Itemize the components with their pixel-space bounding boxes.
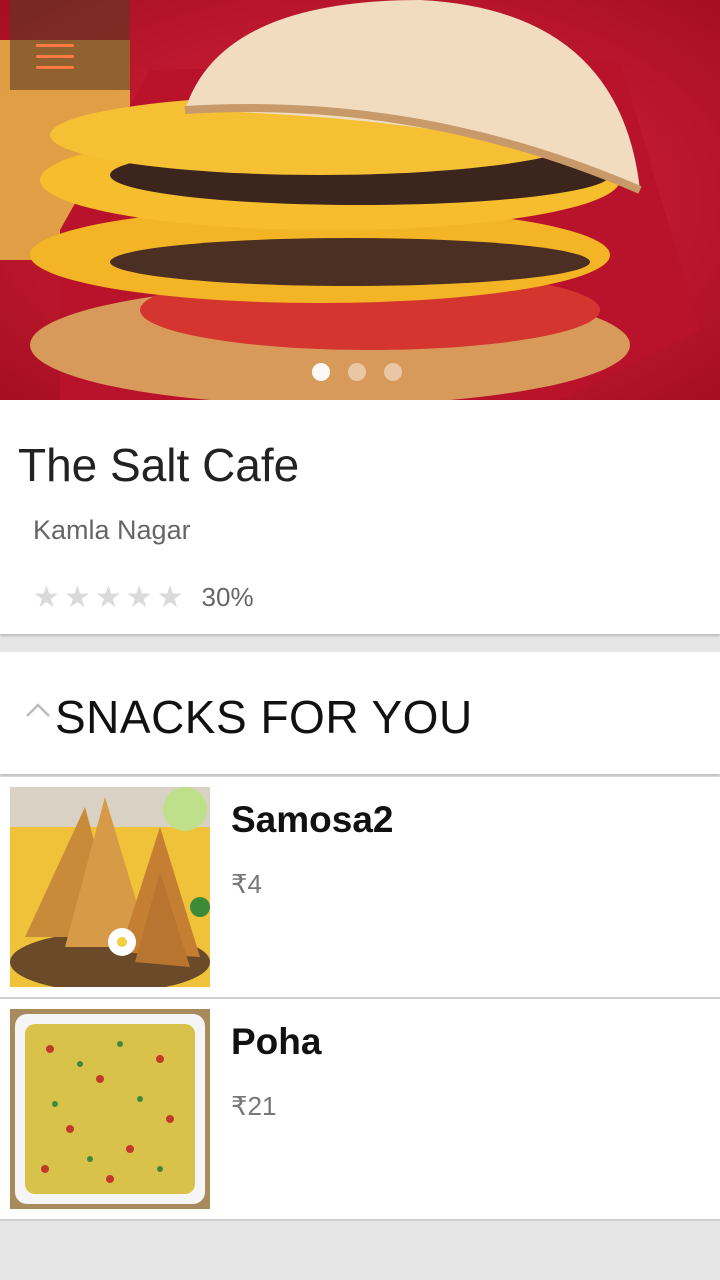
- carousel-dot-3[interactable]: [384, 363, 402, 381]
- section-header[interactable]: SNACKS FOR YOU: [0, 652, 720, 774]
- carousel-dot-1[interactable]: [312, 363, 330, 381]
- poha-image: [10, 1009, 210, 1209]
- rating-row: ★ ★ ★ ★ ★ 30%: [33, 582, 254, 613]
- carousel-dot-2[interactable]: [348, 363, 366, 381]
- item-price: ₹4: [231, 869, 263, 899]
- burger-image: [0, 0, 720, 400]
- list-item[interactable]: Poha ₹21: [0, 999, 720, 1221]
- star-icon: ★: [63, 580, 91, 614]
- restaurant-name: The Salt Cafe: [18, 439, 300, 491]
- hero-carousel[interactable]: [0, 0, 720, 400]
- discount-percent: 30%: [201, 582, 254, 612]
- star-icon: ★: [94, 580, 122, 614]
- rating-stars: ★ ★ ★ ★ ★: [33, 580, 184, 614]
- star-icon: ★: [125, 580, 153, 614]
- restaurant-location: Kamla Nagar: [33, 515, 191, 545]
- star-icon: ★: [33, 580, 60, 614]
- restaurant-info-card: The Salt Cafe Kamla Nagar ★ ★ ★ ★ ★ 30%: [0, 400, 720, 634]
- star-icon: ★: [156, 580, 184, 614]
- item-price: ₹21: [231, 1091, 277, 1121]
- carousel-indicator: [312, 363, 402, 381]
- chevron-up-icon[interactable]: [25, 700, 51, 720]
- list-item[interactable]: Samosa2 ₹4: [0, 777, 720, 999]
- item-name: Samosa2: [231, 799, 394, 840]
- samosa-image: [10, 787, 210, 987]
- item-name: Poha: [231, 1021, 322, 1062]
- hamburger-menu-icon[interactable]: [30, 36, 82, 76]
- section-title: SNACKS FOR YOU: [55, 691, 473, 743]
